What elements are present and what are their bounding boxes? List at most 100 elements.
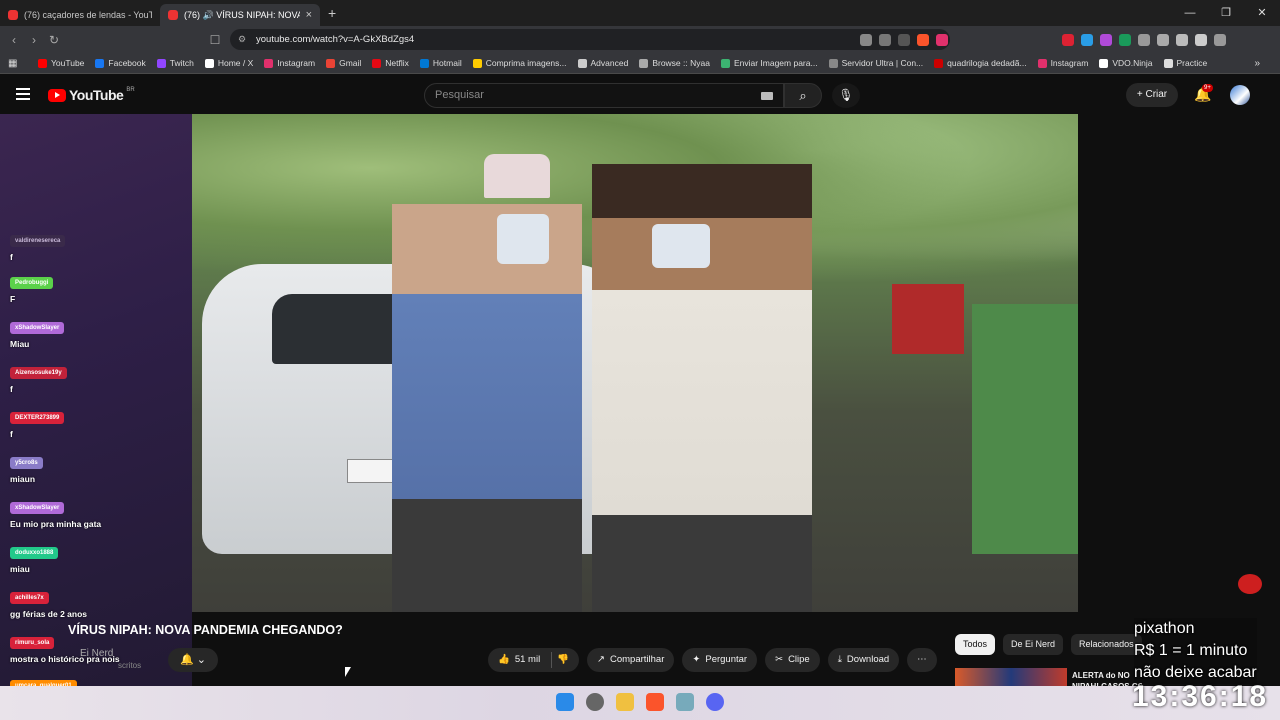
thumbs-down-icon[interactable]: 👎 [557, 648, 569, 672]
bookmark-item[interactable]: Netflix [372, 58, 409, 68]
site-info-icon[interactable]: ⚙ [238, 29, 246, 50]
brave-icon[interactable] [646, 693, 664, 711]
extension-icon[interactable] [1062, 33, 1074, 46]
chat-message: valdirenesereca f [10, 235, 66, 262]
bookmark-item[interactable]: Gmail [326, 58, 361, 68]
new-tab-button[interactable]: + [328, 5, 336, 21]
x-icon [204, 58, 214, 68]
reload-icon[interactable]: ↻ [44, 33, 64, 47]
bookmark-item[interactable]: Advanced [577, 58, 628, 68]
browser-tab[interactable]: (76) caçadores de lendas - YouTube [0, 4, 160, 26]
video-frame-person [392, 204, 582, 612]
file-explorer-icon[interactable] [616, 693, 634, 711]
sidebar-icon[interactable] [1157, 33, 1169, 46]
chat-message: Aizensosuke19y f [10, 367, 67, 394]
extension-icon[interactable] [1100, 33, 1112, 46]
bookmark-item[interactable]: YouTube [38, 58, 84, 68]
url-field[interactable]: ⚙ youtube.com/watch?v=A-GkXBdZgs4 [230, 29, 950, 50]
extension-icon[interactable] [1081, 33, 1093, 46]
video-frame-postbox [892, 284, 964, 354]
media-icon[interactable] [1176, 33, 1188, 46]
search-icon[interactable] [586, 693, 604, 711]
share-button[interactable]: ↗ Compartilhar [587, 648, 675, 672]
cast-icon[interactable] [860, 33, 872, 46]
more-bookmarks-icon[interactable]: » [1254, 58, 1260, 69]
clip-button[interactable]: ✂ Clipe [765, 648, 820, 672]
related-filter-chips: Todos De Ei Nerd Relacionados [955, 634, 1142, 655]
like-button[interactable]: 👍 51 mil 👎 [488, 648, 580, 672]
youtube-watermark-icon [1238, 574, 1262, 594]
bookmark-item[interactable]: Facebook [95, 58, 146, 68]
translate-icon[interactable] [898, 33, 910, 46]
share-icon[interactable] [879, 33, 891, 46]
extension-icon[interactable] [1119, 33, 1131, 46]
search-button[interactable]: ⌕ [784, 83, 822, 108]
video-frame-cap [484, 154, 550, 198]
notification-badge: 9+ [1202, 84, 1213, 92]
bookmark-item[interactable]: Twitch [156, 58, 194, 68]
browser-tab-active[interactable]: (76) 🔊 VÍRUS NIPAH: NOVA × [160, 4, 320, 26]
bookmark-item[interactable]: Enviar Imagem para... [720, 58, 818, 68]
keyboard-icon[interactable] [761, 92, 773, 100]
image-upload-icon [720, 58, 730, 68]
restore-icon[interactable]: ❐ [1208, 0, 1244, 26]
video-frame-mask [497, 214, 549, 264]
bookmark-item[interactable]: Practice [1163, 58, 1207, 68]
bookmark-item[interactable]: Hotmail [419, 58, 462, 68]
brave-shield-icon[interactable] [917, 33, 929, 46]
youtube-logo[interactable]: YouTube BR [48, 87, 135, 103]
apps-grid-icon[interactable]: ▦ [8, 58, 17, 69]
search-input[interactable]: Pesquisar [424, 83, 784, 108]
menu-icon[interactable] [16, 88, 30, 100]
discord-icon[interactable] [706, 693, 724, 711]
chip-related[interactable]: Relacionados [1071, 634, 1142, 655]
create-button[interactable]: + Criar [1126, 83, 1178, 107]
bookmark-item[interactable]: Home / X [204, 58, 253, 68]
bookmark-item[interactable]: VDO.Ninja [1099, 58, 1153, 68]
chip-channel[interactable]: De Ei Nerd [1003, 634, 1064, 655]
youtube-icon [38, 58, 47, 68]
mouse-cursor-icon [345, 667, 351, 677]
hotmail-icon [419, 58, 429, 68]
chip-all[interactable]: Todos [955, 634, 996, 655]
chat-message: y5cro8s miaun [10, 457, 43, 484]
scissors-icon: ✂ [775, 654, 784, 665]
profile-icon[interactable] [1195, 33, 1207, 46]
minimize-icon[interactable]: — [1172, 0, 1208, 26]
bookmark-item[interactable]: Servidor Ultra | Con... [828, 58, 923, 68]
subscription-bell-button[interactable]: 🔔 ⌄ [168, 648, 218, 672]
chat-message: Pedrobuggi F [10, 277, 54, 304]
brave-rewards-icon[interactable] [936, 33, 948, 46]
url-text: youtube.com/watch?v=A-GkXBdZgs4 [256, 34, 415, 45]
avatar[interactable] [1230, 85, 1250, 105]
bookmark-item[interactable]: Comprima imagens... [472, 58, 567, 68]
close-tab-icon[interactable]: × [306, 9, 312, 21]
channel-name[interactable]: Ei Nerd [80, 648, 113, 659]
start-icon[interactable] [556, 693, 574, 711]
bookmark-item[interactable]: quadrilogia dedadã... [934, 58, 1027, 68]
voice-search-icon[interactable]: 🎙 [832, 83, 860, 108]
browser-tab-bar: (76) caçadores de lendas - YouTube (76) … [0, 0, 1280, 26]
instagram-icon [264, 58, 274, 68]
more-actions-button[interactable]: ⋯ [907, 648, 937, 672]
back-icon[interactable]: ‹ [4, 33, 24, 47]
forward-icon[interactable]: › [24, 33, 44, 47]
subscriber-count: scritos [118, 661, 142, 670]
more-icon: ⋯ [917, 654, 927, 665]
vdo-ninja-icon [1099, 58, 1109, 68]
puzzle-icon[interactable] [1138, 33, 1150, 46]
chevron-down-icon: ⌄ [196, 654, 206, 666]
bell-icon: 🔔 [180, 654, 194, 666]
ask-button[interactable]: ✦ Perguntar [682, 648, 758, 672]
bookmark-item[interactable]: Browse :: Nyaa [639, 58, 710, 68]
video-player[interactable] [192, 114, 1078, 612]
bookmark-item[interactable]: Instagram [264, 58, 315, 68]
close-window-icon[interactable]: ✕ [1244, 0, 1280, 26]
related-video-thumbnail[interactable] [955, 668, 1067, 686]
bookmark-icon[interactable]: ☐ [205, 33, 225, 47]
download-button[interactable]: ⤓ Download [827, 648, 900, 672]
bookmark-item[interactable]: Instagram [1037, 58, 1088, 68]
app-icon[interactable] [676, 693, 694, 711]
chat-message: xShadowSlayer Miau [10, 322, 65, 349]
menu-icon[interactable] [1214, 33, 1226, 46]
